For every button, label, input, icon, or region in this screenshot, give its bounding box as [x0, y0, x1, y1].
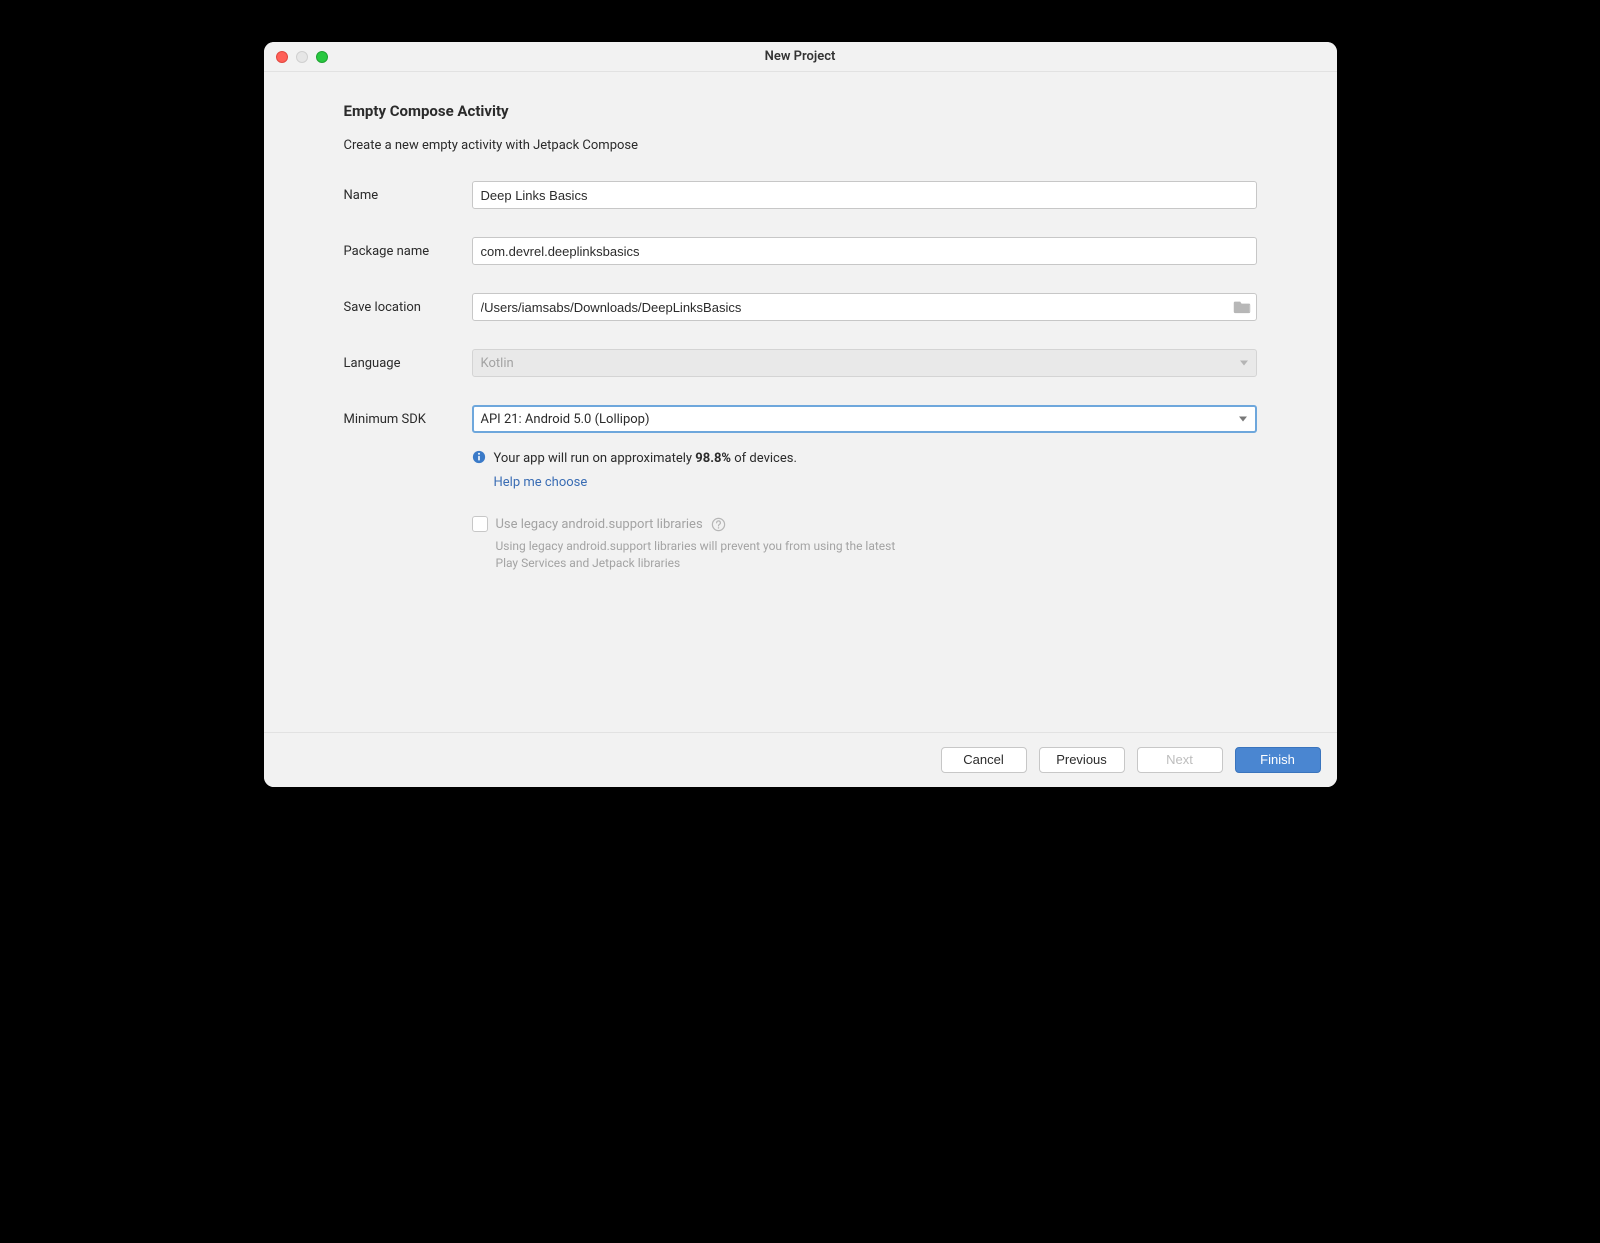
cancel-button[interactable]: Cancel [941, 747, 1027, 773]
page-heading: Empty Compose Activity [344, 102, 1257, 120]
coverage-suffix: of devices. [731, 451, 797, 466]
label-language: Language [344, 356, 472, 371]
next-button: Next [1137, 747, 1223, 773]
new-project-dialog: New Project Empty Compose Activity Creat… [264, 42, 1337, 787]
row-minsdk: Minimum SDK API 21: Android 5.0 (Lollipo… [344, 405, 1257, 433]
row-package: Package name [344, 237, 1257, 265]
help-me-choose-link[interactable]: Help me choose [494, 473, 797, 493]
label-minsdk: Minimum SDK [344, 412, 472, 427]
legacy-block: Use legacy android.support libraries Usi… [472, 516, 1257, 572]
info-icon [472, 450, 486, 464]
label-name: Name [344, 188, 472, 203]
finish-button[interactable]: Finish [1235, 747, 1321, 773]
dialog-content: Empty Compose Activity Create a new empt… [264, 72, 1337, 732]
coverage-percent: 98.8% [695, 451, 731, 466]
device-coverage-info: Your app will run on approximately 98.8%… [472, 449, 1257, 492]
legacy-desc: Using legacy android.support libraries w… [496, 538, 916, 572]
label-package: Package name [344, 244, 472, 259]
name-input[interactable] [472, 181, 1257, 209]
minimize-window-button [296, 51, 308, 63]
fullscreen-window-button[interactable] [316, 51, 328, 63]
row-language: Language Kotlin [344, 349, 1257, 377]
window-title: New Project [765, 49, 836, 64]
legacy-checkbox-label: Use legacy android.support libraries [496, 517, 703, 532]
browse-folder-icon[interactable] [1233, 300, 1251, 314]
label-location: Save location [344, 300, 472, 315]
minimum-sdk-select-value: API 21: Android 5.0 (Lollipop) [481, 412, 650, 427]
legacy-support-checkbox [472, 516, 488, 532]
row-name: Name [344, 181, 1257, 209]
dialog-footer: Cancel Previous Next Finish [264, 732, 1337, 787]
help-icon[interactable] [711, 517, 726, 532]
close-window-button[interactable] [276, 51, 288, 63]
previous-button[interactable]: Previous [1039, 747, 1125, 773]
package-name-input[interactable] [472, 237, 1257, 265]
page-subheading: Create a new empty activity with Jetpack… [344, 138, 1257, 153]
chevron-down-icon [1239, 417, 1247, 422]
save-location-input[interactable] [472, 293, 1257, 321]
minimum-sdk-select[interactable]: API 21: Android 5.0 (Lollipop) [472, 405, 1257, 433]
coverage-prefix: Your app will run on approximately [494, 451, 696, 466]
language-select: Kotlin [472, 349, 1257, 377]
legacy-checkbox-row: Use legacy android.support libraries [472, 516, 1257, 532]
language-select-value: Kotlin [481, 356, 514, 371]
chevron-down-icon [1240, 361, 1248, 366]
titlebar: New Project [264, 42, 1337, 72]
row-location: Save location [344, 293, 1257, 321]
window-controls [276, 51, 328, 63]
